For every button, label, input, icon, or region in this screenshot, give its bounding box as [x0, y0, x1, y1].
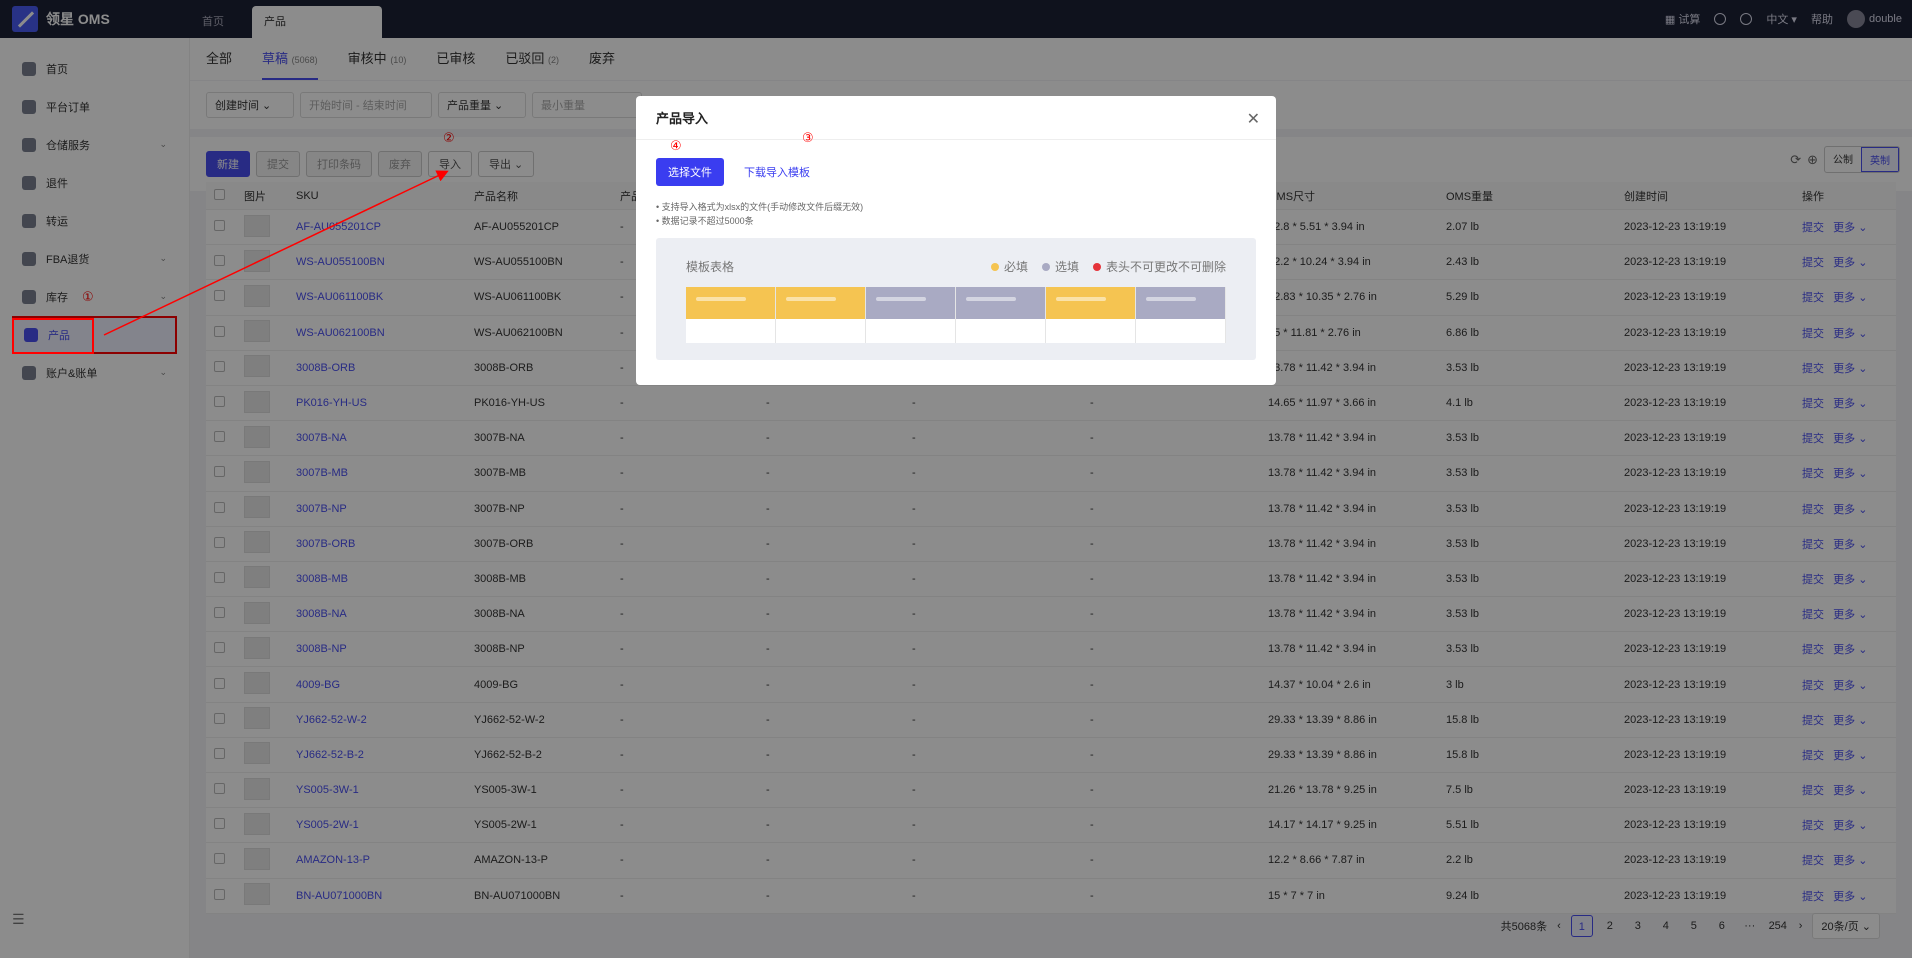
dialog-actions: 选择文件 下载导入模板 [656, 158, 1256, 186]
required-dot [990, 263, 999, 271]
note-format: • 支持导入格式为xlsx的文件(手动修改文件后缀无效) [656, 202, 864, 212]
legend-locked: 表头不可更改不可删除 [1092, 258, 1226, 275]
select-file-button[interactable]: 选择文件 [656, 158, 724, 186]
template-grid [686, 287, 1226, 343]
template-preview: 模板表格 必填 选填 表头不可更改不可删除 [656, 238, 1256, 360]
template-col-optional [866, 287, 956, 343]
optional-dot [1041, 263, 1050, 271]
annotation-3: ③ [802, 130, 814, 145]
import-notes: • 支持导入格式为xlsx的文件(手动修改文件后缀无效) • 数据记录不超过50… [656, 200, 1256, 228]
template-col-required [776, 287, 866, 343]
legend-optional: 选填 [1041, 258, 1079, 275]
annotation-4: ④ [670, 138, 682, 153]
sidebar-highlight-box [12, 318, 94, 354]
product-import-dialog: 产品导入 ✕ ④ ③ 选择文件 下载导入模板 • 支持导入格式为xlsx的文件(… [636, 96, 1276, 385]
close-icon[interactable]: ✕ [1247, 109, 1260, 129]
template-col-required [686, 287, 776, 343]
dialog-header: 产品导入 ✕ [636, 96, 1276, 140]
locked-dot [1092, 263, 1101, 271]
template-col-required [1046, 287, 1136, 343]
note-limit: • 数据记录不超过5000条 [656, 216, 754, 226]
template-legend: 必填 选填 表头不可更改不可删除 [990, 258, 1226, 275]
template-col-optional [1136, 287, 1226, 343]
arrow-to-import [103, 170, 449, 336]
template-col-optional [956, 287, 1046, 343]
legend-required: 必填 [990, 258, 1028, 275]
download-template-link[interactable]: 下载导入模板 [744, 164, 810, 180]
dialog-body: ④ ③ 选择文件 下载导入模板 • 支持导入格式为xlsx的文件(手动修改文件后… [636, 130, 1276, 360]
dialog-title: 产品导入 [656, 111, 709, 126]
